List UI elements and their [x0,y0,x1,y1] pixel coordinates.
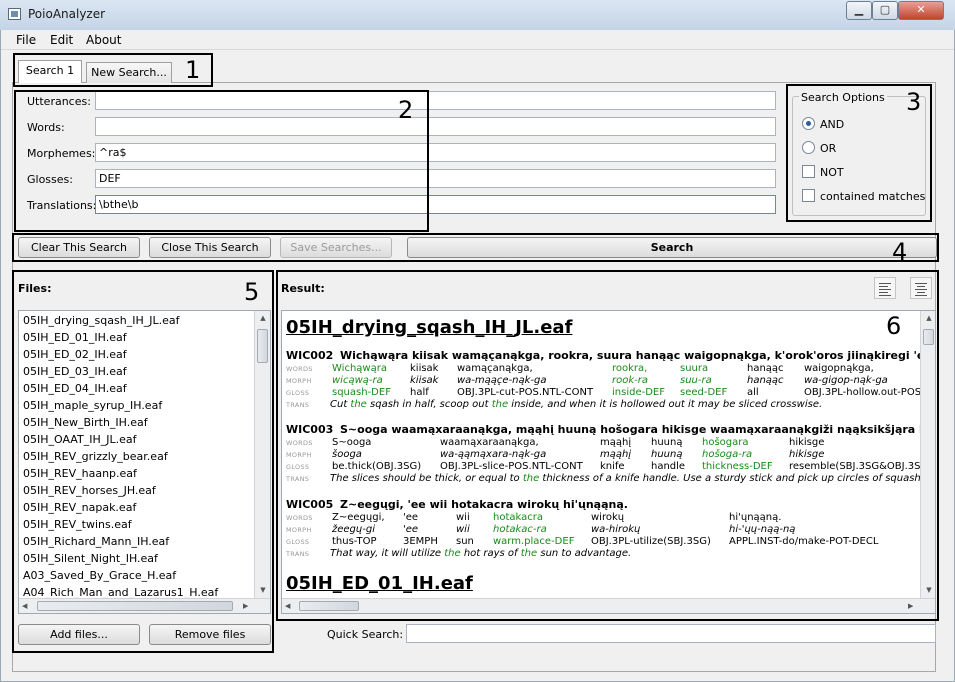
annotation-number-4: 4 [892,238,908,266]
annotation-number-3: 3 [906,88,922,116]
menu-about[interactable]: About [86,33,121,47]
close-window-button[interactable]: ✕ [898,1,944,20]
minimize-button[interactable]: ▁ [846,1,872,20]
menu-file[interactable]: File [16,33,36,47]
window-title: PoioAnalyzer [28,7,106,21]
annotation-box-2 [14,90,429,232]
menu-bar [1,30,954,50]
app-icon [8,8,21,20]
annotation-box-5 [12,270,274,653]
annotation-box-6 [276,270,939,621]
annotation-number-1: 1 [185,56,201,84]
quick-search-label: Quick Search: [327,628,404,641]
annotation-box-4 [12,233,939,262]
menu-edit[interactable]: Edit [50,33,73,47]
maximize-button[interactable]: ▢ [872,1,898,20]
title-bar [0,0,955,30]
annotation-number-2: 2 [398,96,414,124]
annotation-box-1 [13,53,213,87]
quick-search-input[interactable] [406,624,936,643]
annotation-number-6: 6 [886,312,902,340]
annotation-number-5: 5 [244,278,260,306]
